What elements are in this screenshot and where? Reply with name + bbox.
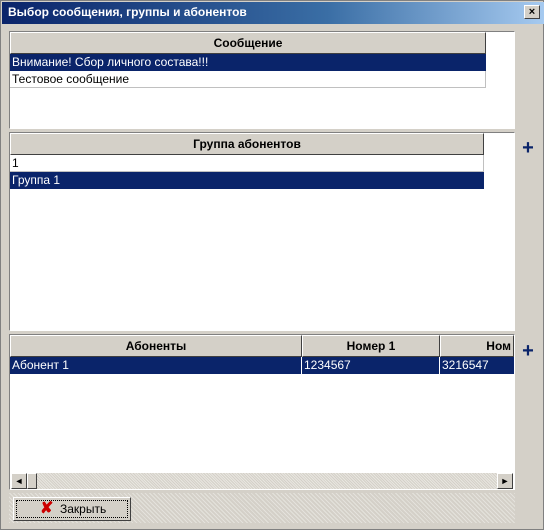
message-row[interactable]: Внимание! Сбор личного состава!!! xyxy=(10,54,486,71)
add-group-button[interactable]: + xyxy=(519,138,537,158)
group-row[interactable]: 1 xyxy=(10,155,484,172)
scroll-left-button[interactable]: ◄ xyxy=(11,473,27,489)
close-x-icon: ✘ xyxy=(40,500,54,517)
subscriber-number1-cell[interactable]: 1234567 xyxy=(302,357,440,374)
window-title: Выбор сообщения, группы и абонентов xyxy=(8,5,247,19)
subscribers-column-header[interactable]: Абоненты xyxy=(10,335,302,357)
scroll-right-button[interactable]: ► xyxy=(497,473,513,489)
messages-column-header[interactable]: Сообщение xyxy=(10,32,486,54)
groups-grid: Группа абонентов 1 Группа 1 xyxy=(9,132,515,331)
number1-column-header[interactable]: Номер 1 xyxy=(302,335,440,357)
groups-column-header[interactable]: Группа абонентов xyxy=(10,133,484,155)
close-button-label: Закрыть xyxy=(60,502,107,516)
title-bar[interactable]: Выбор сообщения, группы и абонентов × xyxy=(2,2,544,24)
window-close-button[interactable]: × xyxy=(524,5,540,19)
horizontal-scrollbar[interactable]: ◄ ► xyxy=(11,473,513,489)
add-subscriber-button[interactable]: + xyxy=(519,341,537,361)
subscribers-grid: Абоненты Номер 1 Ном Абонент 1 1234567 3… xyxy=(9,334,515,490)
message-row[interactable]: Тестовое сообщение xyxy=(10,71,486,88)
scroll-thumb[interactable] xyxy=(27,473,37,489)
messages-grid: Сообщение Внимание! Сбор личного состава… xyxy=(9,31,515,129)
subscriber-name-cell[interactable]: Абонент 1 xyxy=(10,357,302,374)
group-row[interactable]: Группа 1 xyxy=(10,172,484,189)
side-toolbar: + + xyxy=(515,31,541,490)
subscriber-number2-cell[interactable]: 3216547 xyxy=(440,357,514,374)
number2-column-header[interactable]: Ном xyxy=(440,335,514,357)
dialog-window: Выбор сообщения, группы и абонентов × Со… xyxy=(0,0,544,530)
close-button[interactable]: ✘ Закрыть xyxy=(13,497,131,521)
